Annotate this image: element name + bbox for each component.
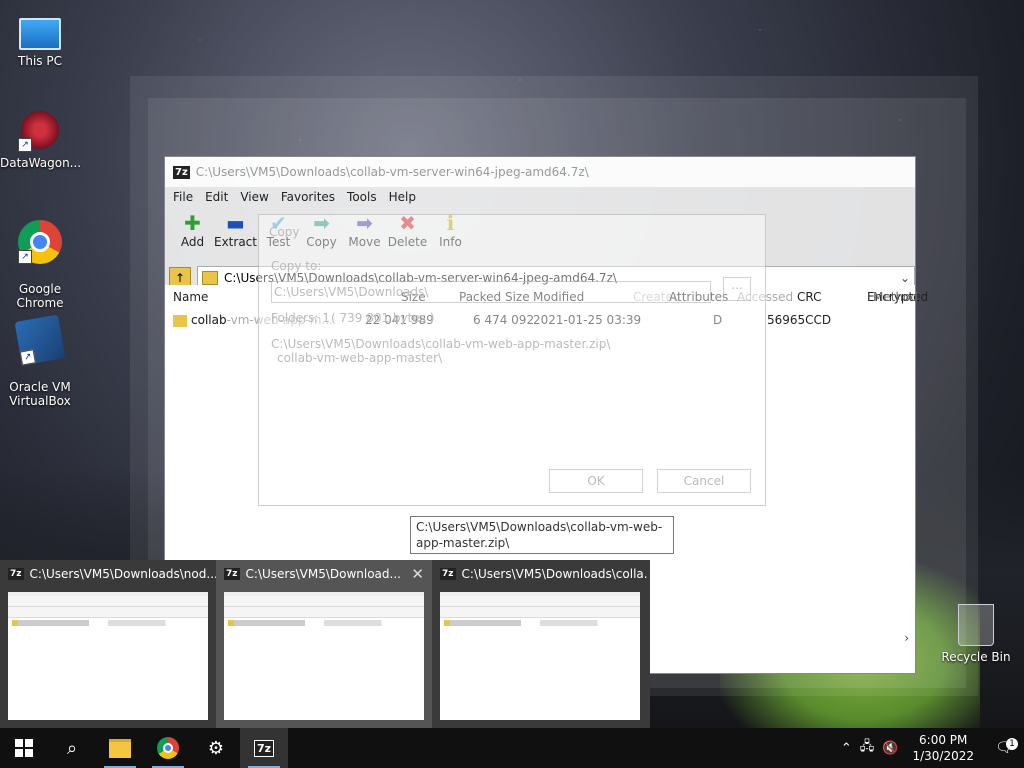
thumbnail-preview — [8, 592, 208, 720]
folder-icon — [173, 314, 187, 327]
system-tray: ⌃ 🖧 🔇 6:00 PM 1/30/2022 🗨 1 — [837, 728, 1024, 768]
search-icon: ⌕ — [66, 737, 78, 759]
menu-edit[interactable]: Edit — [199, 190, 234, 204]
source-path-line1: C:\Users\VM5\Downloads\collab-vm-web-app… — [271, 337, 611, 351]
extract-label: Extract — [214, 235, 257, 249]
search-button[interactable]: ⌕ — [48, 728, 96, 768]
network-icon[interactable]: 🖧 — [856, 737, 879, 759]
browse-button[interactable]: ... — [723, 277, 751, 301]
menu-tools[interactable]: Tools — [341, 190, 383, 204]
thumbnail-preview — [224, 592, 424, 720]
7zip-app-icon: 7z — [224, 568, 240, 580]
this-pc-icon — [19, 18, 61, 50]
recycle-bin-icon — [958, 604, 994, 646]
window-titlebar[interactable]: 7z C:\Users\VM5\Downloads\collab-vm-serv… — [165, 157, 915, 187]
thumbnail-title: 7z C:\Users\VM5\Downloads\colla... — [432, 560, 648, 588]
add-button[interactable]: ✚ Add — [171, 211, 214, 249]
close-icon[interactable]: ✕ — [411, 565, 424, 583]
notification-count: 1 — [1006, 738, 1018, 750]
menu-file[interactable]: File — [167, 190, 199, 204]
thumbnail-title-text: C:\Users\VM5\Downloads\colla... — [461, 567, 648, 581]
thumbnail-title-text: C:\Users\VM5\Download... — [245, 567, 401, 581]
7zip-app-icon: 7z — [440, 568, 456, 580]
gear-icon: ⚙ — [207, 737, 225, 759]
source-path-line2: collab-vm-web-app-master\ — [277, 351, 443, 365]
desktop-icon-datawagon[interactable]: ↗ DataWagon... — [0, 108, 82, 170]
menu-bar: File Edit View Favorites Tools Help — [165, 187, 915, 207]
copy-dialog-title: Copy — [269, 225, 300, 239]
thumbnail-title: 7z C:\Users\VM5\Download... — [216, 560, 432, 588]
extract-icon: ▬ — [226, 211, 245, 235]
cancel-button[interactable]: Cancel — [657, 469, 751, 493]
shortcut-arrow-icon: ↗ — [18, 250, 32, 264]
chevron-right-icon[interactable]: › — [904, 631, 909, 645]
copy-to-path-field[interactable]: C:\Users\VM5\Downloads\ — [271, 281, 711, 303]
desktop-icon-label: This PC — [18, 54, 62, 68]
menu-help[interactable]: Help — [383, 190, 422, 204]
thumbnail-title-text: C:\Users\VM5\Downloads\nod... — [29, 567, 216, 581]
shortcut-arrow-icon: ↗ — [18, 138, 32, 152]
folders-count: Folders: 1 — [271, 311, 330, 325]
7zip-app-icon: 7z — [253, 739, 275, 757]
7zip-app-icon: 7z — [173, 165, 190, 179]
column-crc[interactable]: CRC — [797, 290, 822, 304]
menu-view[interactable]: View — [234, 190, 274, 204]
desktop-icon-label: Recycle Bin — [941, 650, 1011, 664]
desktop-icon-this-pc[interactable]: This PC — [0, 10, 80, 68]
7zip-taskbar-button[interactable]: 7z — [240, 728, 288, 768]
menu-favorites[interactable]: Favorites — [275, 190, 341, 204]
copy-dialog: Copy Copy to: C:\Users\VM5\Downloads\ ..… — [258, 214, 766, 506]
thumbnail-preview — [440, 592, 640, 720]
crc-cell: 56965CCD — [767, 313, 832, 327]
notification-button[interactable]: 🗨 1 — [984, 738, 1024, 756]
extract-button[interactable]: ▬ Extract — [214, 211, 257, 249]
thumbnail-window-1[interactable]: 7z C:\Users\VM5\Downloads\nod... — [0, 560, 216, 728]
ok-button[interactable]: OK — [549, 469, 643, 493]
add-icon: ✚ — [184, 211, 201, 235]
thumbnail-title: 7z C:\Users\VM5\Downloads\nod... — [0, 560, 216, 588]
clock[interactable]: 6:00 PM 1/30/2022 — [902, 732, 984, 764]
file-explorer-button[interactable] — [96, 728, 144, 768]
desktop-icon-recycle-bin[interactable]: Recycle Bin — [936, 604, 1016, 664]
folder-icon — [109, 738, 131, 758]
column-method[interactable]: Method — [873, 290, 918, 304]
file-name-overlay: collab — [191, 313, 227, 327]
7zip-app-icon: 7z — [8, 568, 24, 580]
start-button[interactable] — [0, 728, 48, 768]
desktop-icon-label: DataWagon... — [0, 156, 82, 170]
chrome-icon — [157, 737, 179, 759]
chevron-up-icon[interactable]: ⌃ — [837, 741, 856, 756]
shortcut-arrow-icon: ↗ — [19, 349, 36, 366]
volume-muted-icon[interactable]: 🔇 — [878, 741, 902, 756]
clock-date: 1/30/2022 — [912, 749, 974, 763]
datawagon-icon: ↗ — [18, 108, 62, 152]
desktop-icon-virtualbox[interactable]: ↗ Oracle VM VirtualBox — [0, 304, 80, 422]
taskbar: ⌕ ⚙ 7z ⌃ 🖧 🔇 6:00 PM 1/30/2022 🗨 1 — [0, 728, 1024, 768]
clock-time: 6:00 PM — [919, 733, 968, 747]
add-label: Add — [180, 235, 205, 249]
desktop-icon-label: Oracle VM VirtualBox — [9, 380, 71, 408]
chrome-button[interactable] — [144, 728, 192, 768]
archive-icon — [202, 271, 218, 285]
windows-logo-icon — [15, 739, 33, 757]
virtualbox-icon: ↗ — [14, 314, 66, 366]
chrome-icon: ↗ — [18, 220, 62, 264]
thumbnail-window-3[interactable]: 7z C:\Users\VM5\Downloads\colla... — [432, 560, 648, 728]
chevron-down-icon[interactable]: ⌄ — [896, 271, 914, 285]
column-name[interactable]: Name — [173, 290, 208, 304]
settings-button[interactable]: ⚙ — [192, 728, 240, 768]
taskbar-thumbnails: 7z C:\Users\VM5\Downloads\nod... 7z C:\Use… — [0, 560, 650, 728]
thumbnail-window-2[interactable]: 7z C:\Users\VM5\Download... ✕ — [216, 560, 432, 728]
tooltip: C:\Users\VM5\Downloads\collab-vm-web-app… — [410, 516, 674, 554]
bytes-count: ( 739 801 bytes ) — [331, 311, 435, 325]
window-title: C:\Users\VM5\Downloads\collab-vm-server-… — [195, 165, 589, 179]
copy-to-label: Copy to: — [271, 259, 322, 273]
